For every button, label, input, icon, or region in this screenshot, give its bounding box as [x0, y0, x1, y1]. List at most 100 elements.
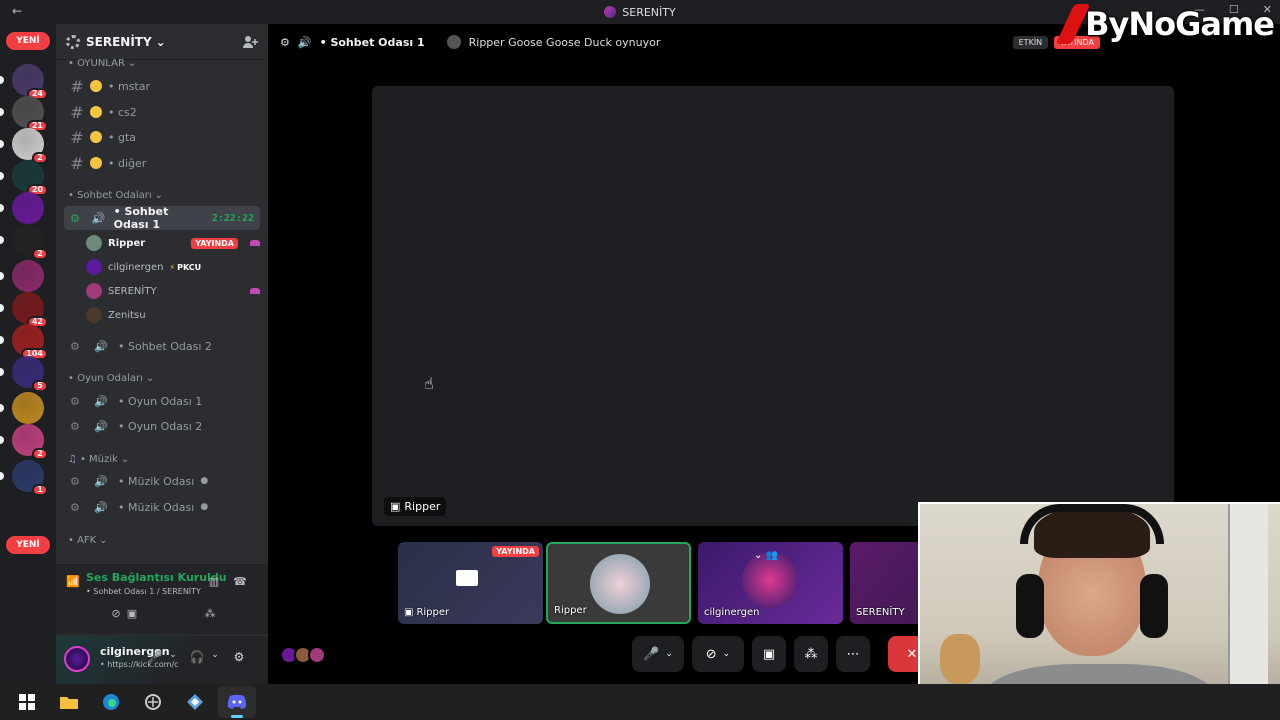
mention-count-badge: 1	[32, 484, 48, 496]
channel-label: • Sohbet Odası 1	[113, 205, 169, 231]
category-label: • AFK	[68, 535, 97, 546]
hat-icon	[250, 240, 260, 246]
server-icon[interactable]: 20	[0, 160, 48, 196]
chevron-down-icon: ⌄	[120, 454, 130, 465]
voice-channel-oyun-2[interactable]: ⚙ 🔊 • Oyun Odası 2	[64, 414, 260, 438]
server-icon[interactable]	[0, 192, 44, 224]
avatar	[308, 646, 326, 664]
watermark-text: ByNoGame	[1085, 5, 1275, 43]
chevron-down-icon[interactable]: ⌄	[206, 650, 224, 668]
activities-icon[interactable]: ⁂	[202, 607, 218, 623]
avatar[interactable]	[64, 646, 90, 672]
channel-label: • mstar	[108, 79, 151, 93]
microphone-icon[interactable]: 🎤	[146, 650, 164, 668]
server-icon[interactable]	[0, 260, 44, 292]
voice-user-serenity[interactable]: SERENİTY	[86, 280, 260, 302]
etkin-badge[interactable]: ETKİN	[1012, 36, 1049, 49]
category-sohbet[interactable]: • Sohbet Odaları ⌄	[68, 190, 163, 201]
server-icon[interactable]: 2	[0, 128, 48, 164]
category-oyunlar[interactable]: • OYUNLAR ⌄	[68, 58, 136, 69]
server-icon[interactable]: 24	[0, 64, 48, 100]
settings-app-button[interactable]	[176, 686, 214, 718]
new-badge-top[interactable]: YENİ	[6, 32, 50, 50]
stream-owner: Ripper	[404, 500, 441, 513]
category-oyun[interactable]: • Oyun Odaları ⌄	[68, 373, 154, 384]
camera-off-icon[interactable]: ⊘	[46, 607, 186, 623]
voice-channel-oyun-1[interactable]: ⚙ 🔊 • Oyun Odası 1	[64, 389, 260, 413]
tile-menu-icon[interactable]: ⌄ 👥	[754, 550, 778, 561]
screen-share-icon[interactable]: ▣	[124, 607, 140, 623]
voice-channel-sohbet-1[interactable]: ⚙ 🔊 • Sohbet Odası 1 2:22:22	[64, 205, 260, 231]
mention-count-badge: 2	[32, 248, 48, 260]
music-note-icon: ♫	[68, 454, 77, 465]
tile-ripper[interactable]: Ripper	[546, 542, 691, 624]
file-explorer-button[interactable]	[50, 686, 88, 718]
channel-label: • Oyun Odası 1	[118, 394, 203, 408]
server-icon[interactable]: 5	[0, 356, 48, 392]
info-icon: ●	[200, 476, 209, 486]
headphones-icon[interactable]: 🎧	[188, 650, 206, 668]
speaker-icon: 🔊	[94, 500, 108, 514]
server-icon[interactable]: 2	[0, 224, 48, 260]
channel-gta[interactable]: # • gta	[64, 125, 260, 149]
category-muzik[interactable]: ♫ • Müzik ⌄	[68, 454, 129, 465]
invite-people-icon[interactable]	[242, 34, 258, 50]
noise-suppression-icon[interactable]: ▥	[206, 575, 222, 591]
server-icon[interactable]: 42	[0, 292, 48, 328]
camera-button[interactable]: ⊘ ⌄	[692, 636, 744, 672]
mention-count-badge: 5	[32, 380, 48, 392]
unread-indicator	[0, 76, 4, 84]
tile-cilginergen[interactable]: ⌄ 👥 cilginergen	[698, 542, 843, 624]
back-arrow-icon[interactable]: ←	[12, 4, 22, 18]
voice-channel-sohbet-2[interactable]: ⚙ 🔊 • Sohbet Odası 2	[64, 334, 260, 358]
activities-button[interactable]: ⁂	[794, 636, 828, 672]
voice-user-zenitsu[interactable]: Zenitsu	[86, 304, 260, 326]
focused-stream[interactable]: ▣ Ripper	[372, 86, 1174, 526]
tag-label: PKCU	[177, 262, 202, 272]
chevron-down-icon: ⌄	[127, 58, 137, 69]
new-badge-bottom[interactable]: YENİ	[6, 536, 50, 554]
server-icon[interactable]: 1	[0, 460, 48, 496]
start-button[interactable]	[8, 686, 46, 718]
camera-off-icon: ⊘	[705, 646, 717, 662]
voice-channel-path[interactable]: • Sohbet Odası 1 / SERENİTY	[86, 587, 201, 596]
server-header[interactable]: SERENİTY ⌄	[56, 24, 268, 60]
participant-avatars[interactable]	[280, 646, 326, 664]
emoji-icon	[90, 131, 102, 143]
voice-user-ripper[interactable]: Ripper YAYINDA	[86, 232, 260, 254]
screen-share-button[interactable]: ▣	[752, 636, 786, 672]
server-icon[interactable]: 104	[0, 324, 48, 360]
app-icon	[145, 694, 161, 710]
signal-icon[interactable]: 📶	[66, 575, 80, 589]
chevron-down-icon[interactable]: ⌄	[164, 650, 182, 668]
disconnect-icon[interactable]: ☎	[232, 575, 248, 591]
gear-icon[interactable]: ⚙	[230, 650, 248, 668]
discord-button[interactable]	[218, 686, 256, 718]
server-avatar	[12, 392, 44, 424]
unread-indicator	[0, 404, 4, 412]
headset-left-ear	[1016, 574, 1044, 638]
channel-diger[interactable]: # • diğer	[64, 151, 260, 175]
channel-mstar[interactable]: # • mstar	[64, 74, 260, 98]
app-button[interactable]	[134, 686, 172, 718]
channel-cs2[interactable]: # • cs2	[64, 100, 260, 124]
mute-button[interactable]: 🎤 ⌄	[632, 636, 684, 672]
voice-channel-muzik-1[interactable]: ⚙ 🔊 • Müzik Odası ●	[64, 469, 260, 493]
server-icon[interactable]	[0, 392, 44, 424]
server-icon[interactable]: 2	[0, 424, 48, 460]
category-afk[interactable]: • AFK ⌄	[68, 535, 108, 546]
unread-indicator	[0, 140, 4, 148]
edge-button[interactable]	[92, 686, 130, 718]
voice-channel-muzik-2[interactable]: ⚙ 🔊 • Müzik Odası ●	[64, 495, 260, 519]
voice-user-cilginergen[interactable]: cilginergen ⚡ PKCU	[86, 256, 260, 278]
tile-ripper-stream[interactable]: YAYINDA ▣ Ripper	[398, 542, 543, 624]
server-icon[interactable]: 21	[0, 96, 48, 132]
more-button[interactable]: ⋯	[836, 636, 870, 672]
tile-serenity[interactable]: SERENİTY	[850, 542, 918, 624]
voice-settings-icon: ⚙	[70, 339, 80, 353]
tile-name: Ripper	[416, 607, 450, 618]
lightning-icon: ⚡	[169, 262, 176, 272]
voice-settings-icon: ⚙	[70, 394, 80, 408]
headset-band	[1020, 504, 1164, 544]
unread-indicator	[0, 436, 4, 444]
